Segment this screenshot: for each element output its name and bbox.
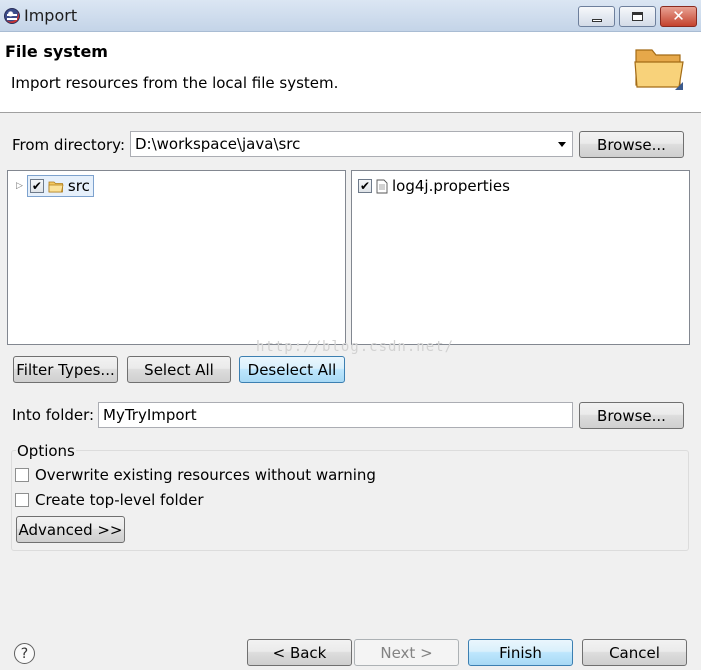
page-title: File system xyxy=(5,42,108,61)
close-button[interactable]: ✕ xyxy=(660,6,697,27)
overwrite-option[interactable]: Overwrite existing resources without war… xyxy=(15,466,376,484)
tree-item-src[interactable]: ✔ src xyxy=(26,175,94,197)
tree-item-label: src xyxy=(67,177,90,195)
finish-button[interactable]: Finish xyxy=(468,639,573,666)
top-level-folder-label: Create top-level folder xyxy=(35,491,204,509)
folder-icon xyxy=(48,181,64,192)
minimize-button[interactable] xyxy=(578,6,615,27)
filter-types-button[interactable]: Filter Types... xyxy=(13,356,118,383)
list-item[interactable]: ✔ log4j.properties xyxy=(358,177,510,195)
from-directory-value: D:\workspace\java\src xyxy=(135,135,301,153)
into-folder-input[interactable]: MyTryImport xyxy=(98,402,573,428)
close-icon: ✕ xyxy=(672,7,685,25)
folder-banner-icon xyxy=(634,49,684,90)
watermark: http://blog.csdn.net/ xyxy=(256,339,455,355)
select-all-button[interactable]: Select All xyxy=(127,356,231,383)
overwrite-label: Overwrite existing resources without war… xyxy=(35,466,376,484)
from-directory-label: From directory: xyxy=(12,136,125,154)
back-button[interactable]: < Back xyxy=(247,639,352,666)
into-folder-value: MyTryImport xyxy=(103,406,197,424)
from-directory-combo[interactable]: D:\workspace\java\src xyxy=(130,131,573,157)
top-level-folder-checkbox[interactable] xyxy=(15,493,29,507)
advanced-button[interactable]: Advanced >> xyxy=(16,516,125,543)
maximize-button[interactable] xyxy=(619,6,656,27)
file-list[interactable]: ✔ log4j.properties xyxy=(351,170,690,345)
minimize-icon xyxy=(591,18,602,22)
chevron-down-icon[interactable] xyxy=(558,142,566,147)
file-item-label: log4j.properties xyxy=(392,177,510,195)
help-icon[interactable]: ? xyxy=(14,643,35,664)
tree-expand-icon[interactable]: ▷ xyxy=(16,181,23,191)
page-description: Import resources from the local file sys… xyxy=(11,74,339,92)
title-bar[interactable]: Import ✕ xyxy=(0,0,701,32)
options-legend: Options xyxy=(16,442,76,460)
into-folder-browse-button[interactable]: Browse... xyxy=(579,402,684,429)
file-item-checkbox[interactable]: ✔ xyxy=(358,179,372,193)
file-icon xyxy=(376,179,388,193)
maximize-icon xyxy=(632,12,643,21)
deselect-all-button[interactable]: Deselect All xyxy=(239,356,345,383)
cancel-button[interactable]: Cancel xyxy=(582,639,687,666)
eclipse-app-icon xyxy=(4,8,20,24)
tree-row[interactable]: ▷ ✔ src xyxy=(16,175,94,197)
overwrite-checkbox[interactable] xyxy=(15,468,29,482)
wizard-header: File system Import resources from the lo… xyxy=(0,32,701,113)
top-level-folder-option[interactable]: Create top-level folder xyxy=(15,491,204,509)
tree-item-checkbox[interactable]: ✔ xyxy=(29,179,44,193)
into-folder-label: Into folder: xyxy=(12,406,95,424)
next-button[interactable]: Next > xyxy=(354,639,459,666)
from-directory-browse-button[interactable]: Browse... xyxy=(579,131,684,158)
window-title: Import xyxy=(24,6,78,25)
folder-tree[interactable]: ▷ ✔ src xyxy=(7,170,346,345)
